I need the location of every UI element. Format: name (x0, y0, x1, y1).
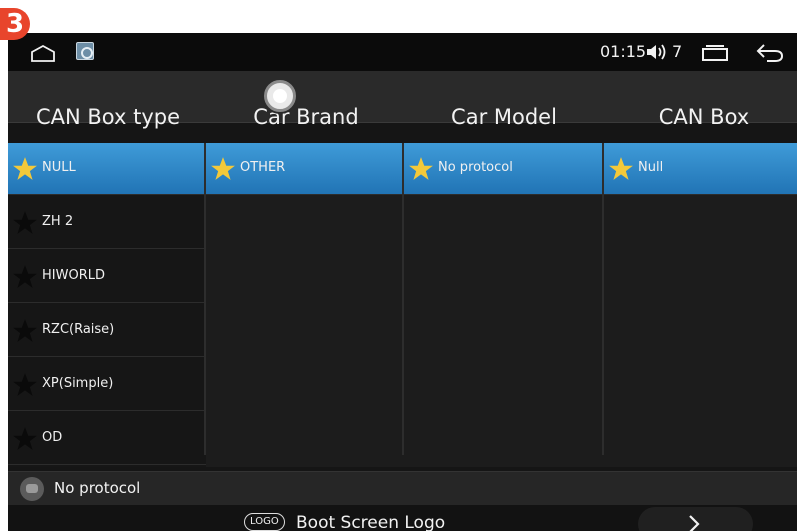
header-can-box-type: CAN Box type (35, 105, 181, 129)
star-icon (13, 373, 37, 396)
list-item-null[interactable]: NULL (8, 143, 206, 195)
star-icon (13, 319, 37, 342)
list-item-label: Null (638, 160, 664, 175)
back-icon[interactable] (755, 41, 785, 63)
selection-lists: NULL ZH 2 HIWORLD RZC(Raise) XP(Simple) … (8, 143, 797, 467)
list-item-label: NULL (42, 160, 76, 175)
list-item-rzc-raise[interactable]: RZC(Raise) (8, 305, 206, 357)
status-bar: 01:15 7 (8, 33, 797, 71)
list-item-label: OD (42, 430, 63, 445)
volume-level: 7 (672, 42, 683, 61)
list-item-zh2[interactable]: ZH 2 (8, 197, 206, 249)
list-item-no-protocol[interactable]: No protocol (404, 143, 602, 195)
list-item-label: ZH 2 (42, 214, 74, 229)
chevron-right-icon (689, 515, 700, 531)
protocol-status-text: No protocol (54, 479, 141, 497)
list-item-other[interactable]: OTHER (206, 143, 404, 195)
home-icon[interactable] (30, 44, 56, 62)
status-clock: 01:15 (600, 42, 647, 61)
list-item-label: HIWORLD (42, 268, 105, 283)
star-icon (13, 427, 37, 450)
header-can-box: CAN Box (658, 105, 750, 129)
app-icon[interactable] (76, 42, 94, 60)
head-unit-screen: 01:15 7 CAN Box type Car Brand Car Model… (8, 33, 797, 531)
list-item-xp-simple[interactable]: XP(Simple) (8, 359, 206, 411)
boot-screen-logo-label: Boot Screen Logo (296, 513, 446, 531)
boot-logo-next-button[interactable] (638, 507, 753, 531)
touch-indicator (264, 80, 296, 112)
can-box-type-list: NULL ZH 2 HIWORLD RZC(Raise) XP(Simple) … (8, 143, 206, 467)
message-icon (20, 477, 44, 501)
star-icon (13, 157, 37, 180)
protocol-status-bar: No protocol (8, 471, 797, 505)
logo-icon: LOGO (244, 513, 285, 531)
list-item-label: RZC(Raise) (42, 322, 115, 337)
list-item-label: OTHER (240, 160, 286, 175)
star-icon (609, 157, 633, 180)
header-car-model: Car Model (451, 105, 557, 129)
volume-icon[interactable] (645, 42, 667, 62)
star-icon (13, 265, 37, 288)
car-model-list: No protocol (404, 143, 602, 467)
boot-screen-logo-row[interactable]: LOGO Boot Screen Logo (8, 505, 797, 531)
list-item-od[interactable]: OD (8, 413, 206, 465)
star-icon (409, 157, 433, 180)
recents-icon[interactable] (700, 44, 730, 62)
list-item-hiworld[interactable]: HIWORLD (8, 251, 206, 303)
list-item-null-can-box[interactable]: Null (604, 143, 797, 195)
header-car-brand: Car Brand (253, 105, 359, 129)
list-item-label: No protocol (438, 160, 513, 175)
car-brand-list: OTHER (206, 143, 404, 467)
star-icon (211, 157, 235, 180)
list-item-label: XP(Simple) (42, 376, 114, 391)
can-box-list: Null (604, 143, 797, 467)
star-icon (13, 211, 37, 234)
